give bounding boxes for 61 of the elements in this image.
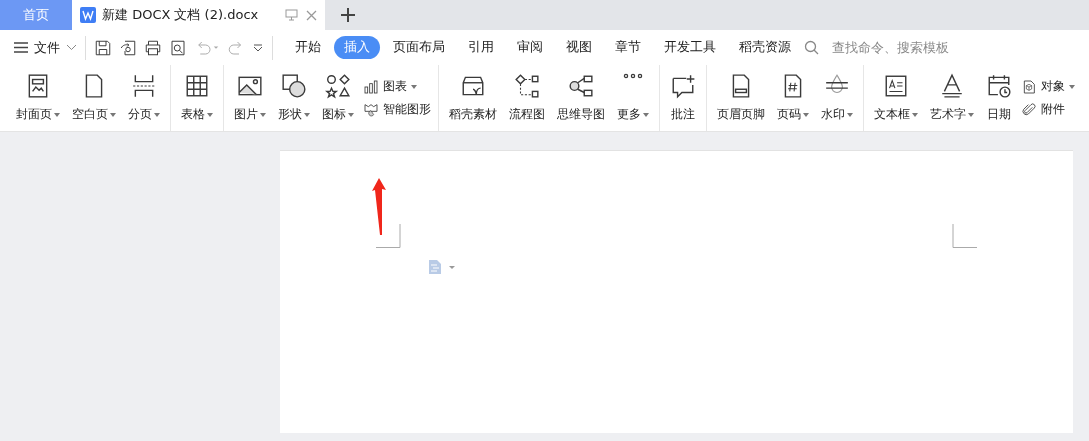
ribbon-tab[interactable]: 视图 — [556, 36, 602, 59]
ribbon-button[interactable]: 艺术字 — [924, 65, 980, 131]
ribbon-button[interactable]: 批注 — [664, 65, 702, 131]
calendar-icon — [986, 73, 1012, 99]
arrow — [372, 178, 388, 236]
shapes-icon — [325, 73, 351, 99]
ribbon-button[interactable]: 更多 — [611, 65, 655, 131]
ribbon-button[interactable]: 流程图 — [503, 65, 551, 131]
ribbon-button[interactable]: 文本框 — [868, 65, 924, 131]
ribbon-button[interactable]: 对象 — [1021, 78, 1075, 95]
ribbon-button[interactable]: 日期 — [980, 65, 1018, 131]
ribbon-tab[interactable]: 稻壳资源 — [729, 36, 801, 59]
page-break-icon — [131, 73, 157, 99]
document-tab[interactable]: 新建 DOCX 文档 (2).docx — [72, 0, 325, 30]
ribbon-tab[interactable]: 页面布局 — [383, 36, 455, 59]
paperclip-icon — [1021, 101, 1037, 118]
text-box-icon — [883, 73, 909, 99]
shapes-icon — [281, 73, 307, 99]
close-icon[interactable] — [306, 9, 317, 21]
ribbon-button[interactable]: 表格 — [175, 65, 219, 131]
ribbon-button[interactable]: 附件 — [1021, 101, 1075, 118]
ribbon-button[interactable]: 图表 — [363, 78, 431, 95]
chevron-icon — [66, 44, 77, 51]
cube-icon — [1021, 78, 1037, 95]
file-menu[interactable]: 文件 — [14, 38, 77, 57]
mind-map-icon — [568, 73, 594, 99]
corner-mark — [376, 224, 401, 248]
print-preview-icon[interactable] — [169, 38, 187, 57]
ribbon-tab[interactable]: 审阅 — [507, 36, 553, 59]
menu-icon — [14, 42, 28, 53]
ribbon-tab[interactable]: 引用 — [458, 36, 504, 59]
ribbon-button[interactable]: 思维导图 — [551, 65, 611, 131]
ribbon-tab[interactable]: 章节 — [605, 36, 651, 59]
table-icon — [184, 73, 210, 99]
search-icon — [804, 40, 819, 55]
plus-icon[interactable] — [341, 8, 355, 22]
save-icon[interactable] — [94, 38, 112, 57]
ribbon-button[interactable]: 图片 — [228, 65, 272, 131]
export-icon[interactable] — [119, 38, 137, 57]
print-icon[interactable] — [144, 38, 162, 57]
customize-icon[interactable] — [252, 41, 264, 54]
ribbon-tab[interactable]: 开发工具 — [654, 36, 726, 59]
art-text-icon — [939, 73, 965, 99]
ribbon-button[interactable]: 空白页 — [66, 65, 122, 131]
ribbon-button[interactable]: 页眉页脚 — [711, 65, 771, 131]
ribbon-button[interactable]: 形状 — [272, 65, 316, 131]
ribbon-button[interactable]: 分页 — [122, 65, 166, 131]
word-document-icon — [80, 7, 96, 23]
ribbon-button[interactable]: 图标 — [316, 65, 360, 131]
ribbon-button[interactable]: 封面页 — [10, 65, 66, 131]
ribbon-button[interactable]: 水印 — [815, 65, 859, 131]
comment-icon — [670, 73, 696, 99]
corner-mark — [952, 224, 977, 248]
ribbon-tab[interactable]: 开始 — [285, 36, 331, 59]
ribbon-button[interactable]: 稻壳素材 — [443, 65, 503, 131]
ribbon-button[interactable]: 智能图形 — [363, 101, 431, 118]
flowchart-icon — [514, 73, 540, 99]
bar-chart-icon — [363, 78, 379, 95]
search-field[interactable]: 查找命令、搜索模板 — [830, 39, 984, 56]
ribbon-button[interactable]: 页码 — [771, 65, 815, 131]
more-icon — [622, 73, 644, 79]
